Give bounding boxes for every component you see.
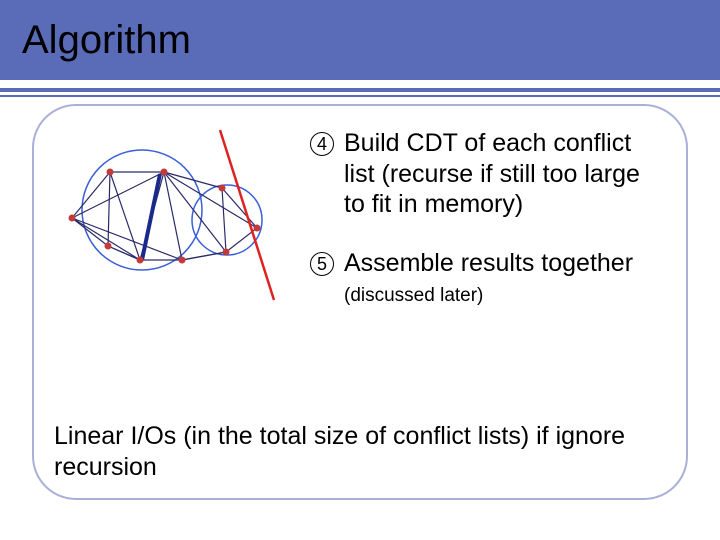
bullet-item: 4 Build CDT of each conflict list (recur… xyxy=(310,128,666,220)
header-underline xyxy=(0,80,720,97)
bullet-list: 4 Build CDT of each conflict list (recur… xyxy=(310,128,666,337)
bullet-number: 4 xyxy=(310,132,334,156)
footer-text: Linear I/Os (in the total size of confli… xyxy=(54,421,666,482)
bullet-item: 5 Assemble results together (discussed l… xyxy=(310,248,666,309)
bullet-number: 5 xyxy=(310,252,334,276)
bullet-text: Assemble results together (discussed lat… xyxy=(344,248,666,309)
triangulation-diagram xyxy=(52,140,282,310)
slide-title: Algorithm xyxy=(22,18,191,63)
bullet-text: Build CDT of each conflict list (recurse… xyxy=(344,128,666,220)
